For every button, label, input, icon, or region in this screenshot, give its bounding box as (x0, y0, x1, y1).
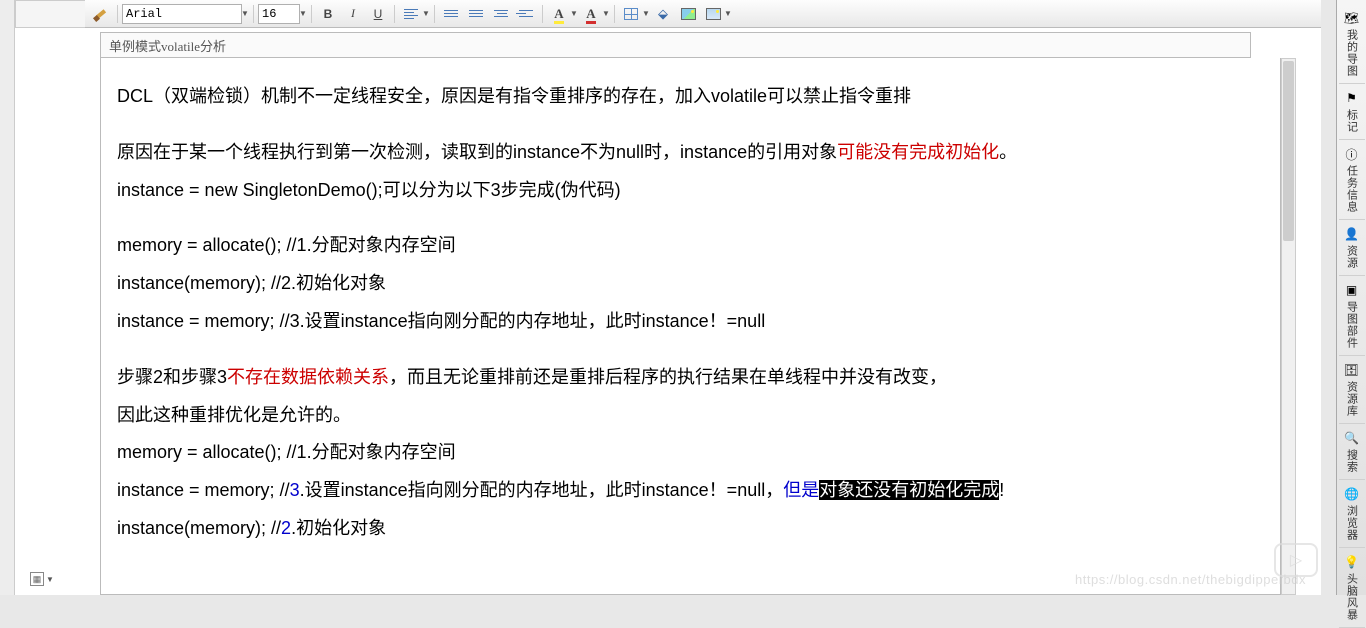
font-color-button[interactable]: A (579, 3, 603, 25)
insert-table-button[interactable] (619, 3, 643, 25)
paragraph: instance(memory); //2.初始化对象 (117, 510, 1264, 548)
rail-brainstorm[interactable]: 💡头脑风暴 (1339, 548, 1365, 628)
search-icon: 🔍 (1344, 430, 1360, 446)
chevron-down-icon[interactable]: ▼ (422, 9, 430, 18)
right-side-panel: 🗺我的导图 ⚑标记 ⓘ任务信息 👤资源 ▣导图部件 🗄资源库 🔍搜索 🌐浏览器 … (1336, 0, 1366, 595)
align-left-icon (404, 9, 418, 19)
bottom-view-toggle[interactable]: ▦▼ (30, 571, 70, 587)
chevron-down-icon[interactable]: ▼ (241, 9, 249, 18)
outdent-button[interactable] (489, 3, 513, 25)
rail-browser[interactable]: 🌐浏览器 (1339, 480, 1365, 548)
scrollbar-thumb[interactable] (1283, 61, 1294, 241)
underline-button[interactable]: U (366, 3, 390, 25)
paragraph: DCL（双端检锁）机制不一定线程安全，原因是有指令重排序的存在，加入volati… (117, 78, 1264, 116)
insert-object-button[interactable] (701, 3, 725, 25)
rail-markers[interactable]: ⚑标记 (1339, 84, 1365, 140)
align-button[interactable] (399, 3, 423, 25)
table-icon (624, 8, 638, 20)
chevron-down-icon[interactable]: ▼ (46, 575, 54, 584)
flag-icon: ⚑ (1344, 90, 1360, 106)
object-icon (706, 8, 721, 20)
format-painter-button[interactable] (89, 3, 113, 25)
separator (253, 5, 254, 23)
formatting-toolbar: ▼ ▼ B I U ▼ A ▼ A ▼ ▼ ⬙ ▼ (85, 0, 1321, 28)
paragraph: 因此这种重排优化是允许的。 (117, 397, 1264, 435)
paragraph: memory = allocate(); //1.分配对象内存空间 (117, 434, 1264, 472)
paragraph: instance = memory; //3.设置instance指向刚分配的内… (117, 303, 1264, 341)
highlight-color-button[interactable]: A (547, 3, 571, 25)
library-icon: 🗄 (1344, 362, 1360, 378)
paragraph: 步骤2和步骤3不存在数据依赖关系，而且无论重排前还是重排后程序的执行结果在单线程… (117, 359, 1264, 397)
map-icon: 🗺 (1344, 10, 1360, 26)
font-size-select[interactable] (258, 4, 300, 24)
vertical-scrollbar[interactable] (1281, 58, 1296, 595)
document-editor[interactable]: DCL（双端检锁）机制不一定线程安全，原因是有指令重排序的存在，加入volati… (100, 58, 1281, 595)
parts-icon: ▣ (1344, 282, 1360, 298)
numbered-list-button[interactable] (439, 3, 463, 25)
image-icon (681, 8, 696, 20)
chevron-down-icon[interactable]: ▼ (724, 9, 732, 18)
paragraph: instance = new SingletonDemo();可以分为以下3步完… (117, 172, 1264, 210)
insert-link-button[interactable]: ⬙ (651, 3, 675, 25)
separator (117, 5, 118, 23)
paragraph: 原因在于某一个线程执行到第一次检测，读取到的instance不为null时，in… (117, 134, 1264, 172)
chevron-down-icon[interactable]: ▼ (642, 9, 650, 18)
document-title-field[interactable]: 单例模式volatile分析 (100, 32, 1251, 58)
outdent-icon (494, 10, 508, 17)
view-icon: ▦ (30, 572, 44, 586)
main-editor-area: ▼ ▼ B I U ▼ A ▼ A ▼ ▼ ⬙ ▼ 单例模式volatile分析… (15, 0, 1321, 595)
bullet-list-icon (469, 10, 483, 17)
globe-icon: 🌐 (1344, 486, 1360, 502)
separator (542, 5, 543, 23)
paragraph: instance = memory; //3.设置instance指向刚分配的内… (117, 472, 1264, 510)
rail-my-maps[interactable]: 🗺我的导图 (1339, 4, 1365, 84)
person-icon: 👤 (1344, 226, 1360, 242)
brush-icon (92, 5, 110, 23)
rail-task-info[interactable]: ⓘ任务信息 (1339, 140, 1365, 220)
bulb-icon: 💡 (1344, 554, 1360, 570)
numbered-list-icon (444, 10, 458, 17)
info-icon: ⓘ (1344, 146, 1360, 162)
indent-icon (519, 10, 533, 17)
bullet-list-button[interactable] (464, 3, 488, 25)
italic-button[interactable]: I (341, 3, 365, 25)
separator (394, 5, 395, 23)
rail-resources[interactable]: 👤资源 (1339, 220, 1365, 276)
rail-library[interactable]: 🗄资源库 (1339, 356, 1365, 424)
left-gutter (0, 0, 15, 595)
highlight-icon: A (554, 6, 563, 22)
indent-button[interactable] (514, 3, 538, 25)
chevron-down-icon[interactable]: ▼ (602, 9, 610, 18)
separator (434, 5, 435, 23)
document-content: DCL（双端检锁）机制不一定线程安全，原因是有指令重排序的存在，加入volati… (117, 78, 1264, 548)
paragraph: memory = allocate(); //1.分配对象内存空间 (117, 227, 1264, 265)
font-family-select[interactable] (122, 4, 242, 24)
rail-map-parts[interactable]: ▣导图部件 (1339, 276, 1365, 356)
font-color-icon: A (586, 6, 595, 22)
chevron-down-icon[interactable]: ▼ (570, 9, 578, 18)
bold-button[interactable]: B (316, 3, 340, 25)
separator (311, 5, 312, 23)
insert-image-button[interactable] (676, 3, 700, 25)
separator (614, 5, 615, 23)
link-icon: ⬙ (658, 6, 668, 22)
rail-search[interactable]: 🔍搜索 (1339, 424, 1365, 480)
chevron-down-icon[interactable]: ▼ (299, 9, 307, 18)
paragraph: instance(memory); //2.初始化对象 (117, 265, 1264, 303)
